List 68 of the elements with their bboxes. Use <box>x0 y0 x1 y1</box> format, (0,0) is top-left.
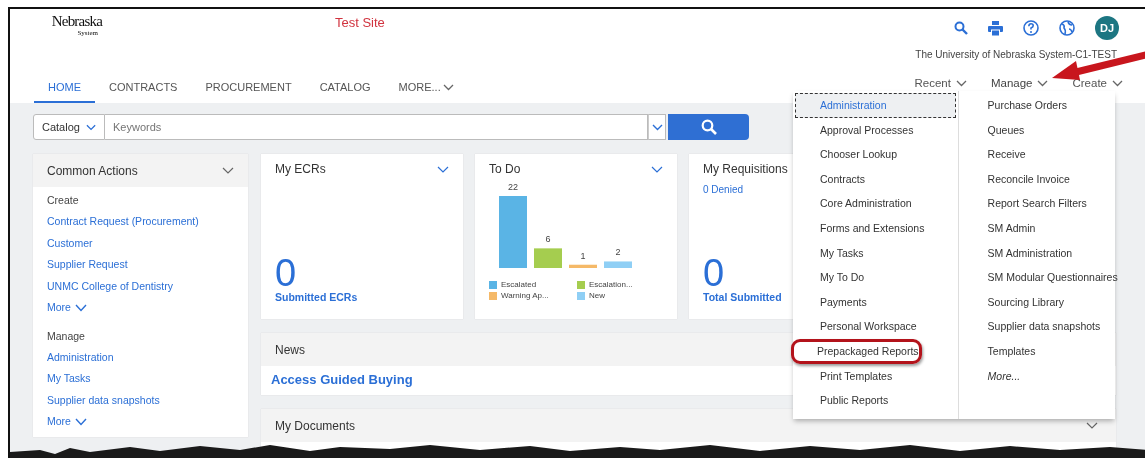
menu-item[interactable]: More... <box>960 363 1119 389</box>
denied-link[interactable]: 0 Denied <box>703 184 744 195</box>
panel-title: News <box>275 342 305 357</box>
menu-item[interactable]: Print Templates <box>795 363 956 389</box>
menu-item[interactable]: Administration <box>795 93 956 118</box>
menu-item[interactable]: Contracts <box>795 166 956 192</box>
section-heading: Manage <box>47 328 85 344</box>
menu-item[interactable]: Templates <box>960 338 1119 364</box>
keywords-field[interactable]: Keywords <box>105 114 648 140</box>
card-title: To Do <box>489 162 521 176</box>
legend-label: Escalation... <box>589 280 633 289</box>
card-title: My ECRs <box>275 162 326 176</box>
news-link[interactable]: Access Guided Buying <box>261 366 423 395</box>
menu-item[interactable]: SM Administration <box>960 240 1119 266</box>
legend-label: Escalated <box>501 280 537 289</box>
menu-item[interactable]: SM Modular Questionnaires <box>960 265 1119 290</box>
count-caption[interactable]: Total Submitted <box>703 291 782 303</box>
bar-value: 1 <box>580 250 586 261</box>
menu-item[interactable]: Personal Workspace <box>795 314 956 339</box>
action-link[interactable]: UNMC College of Dentistry <box>47 275 174 297</box>
action-link[interactable]: Customer <box>47 232 93 254</box>
more-link[interactable]: More <box>47 297 87 319</box>
more-link[interactable]: More <box>47 411 87 433</box>
menu-item[interactable]: Supplier data snapshots <box>960 314 1119 339</box>
nav-tab[interactable]: CATALOG <box>305 81 385 103</box>
menu-item[interactable]: SM Admin <box>960 215 1119 241</box>
card-title: My Requisitions <box>703 162 789 176</box>
menu-item[interactable]: Approval Processes <box>795 117 956 143</box>
action-link[interactable]: Contract Request (Procurement) <box>47 211 199 233</box>
menu-item[interactable]: Core Administration <box>795 191 956 216</box>
menu-item[interactable]: My To Do <box>795 265 956 290</box>
count-value[interactable]: 0 <box>703 255 725 291</box>
nav-tab[interactable]: PROCUREMENT <box>191 81 306 103</box>
scope-dropdown[interactable]: Catalog <box>33 114 105 140</box>
menu-item[interactable]: Receive <box>960 142 1119 167</box>
organization-name: The University of Nebraska System-C1-TEST <box>915 49 1117 62</box>
menu-item[interactable]: Reconcile Invoice <box>960 166 1119 192</box>
site-label: Test Site <box>335 15 385 30</box>
user-avatar[interactable]: DJ <box>1095 16 1119 40</box>
menu-button[interactable]: Create <box>1072 77 1123 89</box>
menu-item[interactable]: Payments <box>795 289 956 315</box>
nav-tab[interactable]: MORE... <box>384 81 468 103</box>
legend-label: New <box>589 291 605 300</box>
count-value[interactable]: 0 <box>275 255 297 291</box>
action-link[interactable]: My Tasks <box>47 368 91 390</box>
action-link[interactable]: Administration <box>47 346 114 368</box>
menu-button[interactable]: Recent <box>914 77 967 89</box>
menu-item[interactable]: Prepackaged Reports <box>791 338 922 364</box>
menu-item[interactable]: Forms and Extensions <box>795 215 956 241</box>
bar-value: 2 <box>615 247 621 258</box>
menu-item[interactable]: Report Search Filters <box>960 191 1119 216</box>
action-link[interactable]: Supplier data snapshots <box>47 389 160 411</box>
menu-button[interactable]: Manage <box>990 77 1049 89</box>
menu-item[interactable]: Public Reports <box>795 388 956 413</box>
menu-item[interactable]: My Tasks <box>795 240 956 266</box>
count-caption[interactable]: Submitted ECRs <box>275 291 358 303</box>
panel-title: My Documents <box>275 418 356 433</box>
menu-item[interactable]: Queues <box>960 117 1119 143</box>
panel-title: Common Actions <box>47 163 138 178</box>
action-link[interactable]: Supplier Request <box>47 254 128 276</box>
nav-tab[interactable]: CONTRACTS <box>95 81 192 103</box>
bar-value: 6 <box>545 234 551 245</box>
menu-item[interactable]: Purchase Orders <box>960 93 1119 118</box>
legend-label: Warning Ap... <box>501 291 549 300</box>
menu-item[interactable]: Chooser Lookup <box>795 142 956 167</box>
menu-item[interactable]: Sourcing Library <box>960 289 1119 315</box>
bar-value: 22 <box>508 182 518 192</box>
section-heading: Create <box>47 193 79 208</box>
